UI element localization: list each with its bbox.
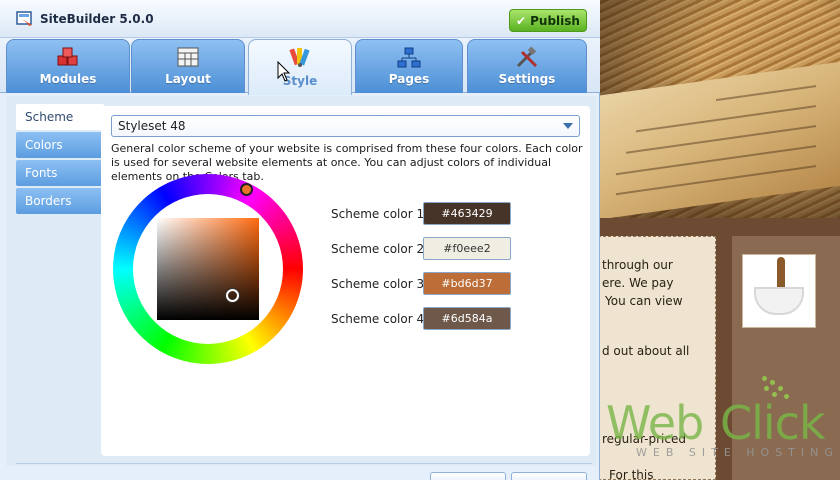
scheme-color-row: Scheme color 4 #6d584a <box>325 307 595 331</box>
style-content: Scheme Colors Fonts Borders Styleset 48 … <box>6 96 596 466</box>
sidebar-item-borders[interactable]: Borders <box>16 188 104 214</box>
site-text-line: through our <box>602 258 673 272</box>
tab-label: Modules <box>39 72 97 86</box>
site-text-line: For this <box>609 468 654 480</box>
sitemap-icon <box>397 47 421 68</box>
sidebar-item-colors[interactable]: Colors <box>16 132 104 158</box>
scheme-color-3-swatch[interactable]: #bd6d37 <box>423 272 511 295</box>
app-title: SiteBuilder 5.0.0 <box>40 12 154 26</box>
styleset-select[interactable]: Styleset 48 <box>111 115 580 137</box>
watermark-click: Click <box>720 396 826 450</box>
saturation-marker[interactable] <box>226 289 239 302</box>
titlebar: SiteBuilder 5.0.0 ✔ Publish <box>0 0 600 38</box>
footer-button[interactable] <box>511 472 587 480</box>
mouse-cursor-icon <box>277 61 291 82</box>
hue-marker[interactable] <box>240 183 253 196</box>
styleset-value: Styleset 48 <box>118 119 186 133</box>
main-tabs: Modules Layout Style Pages Settings <box>0 38 600 95</box>
scheme-color-4-swatch[interactable]: #6d584a <box>423 307 511 330</box>
tab-style[interactable]: Style <box>248 39 352 95</box>
site-text-line: ere. We pay <box>602 276 674 290</box>
sitebuilder-window: SiteBuilder 5.0.0 ✔ Publish Modules Layo… <box>0 0 600 480</box>
tab-layout[interactable]: Layout <box>131 39 245 93</box>
scheme-color-label: Scheme color 4 <box>331 312 425 326</box>
scheme-color-1-swatch[interactable]: #463429 <box>423 202 511 225</box>
tab-label: Settings <box>498 72 556 86</box>
scheme-color-row: Scheme color 3 #bd6d37 <box>325 272 595 296</box>
footer-button[interactable] <box>430 472 506 480</box>
tab-pages[interactable]: Pages <box>355 39 463 93</box>
layout-icon <box>177 47 199 67</box>
scheme-color-row: Scheme color 1 #463429 <box>325 202 595 226</box>
tab-settings[interactable]: Settings <box>467 39 587 93</box>
site-text-line: d out about all <box>602 344 690 358</box>
chevron-down-icon <box>563 123 573 129</box>
webclick-watermark: Web Click WEB SITE HOSTING <box>604 376 840 466</box>
tab-label: Pages <box>388 72 430 86</box>
site-text-line: You can view <box>605 294 683 308</box>
scheme-color-label: Scheme color 2 <box>331 242 425 256</box>
publish-button[interactable]: ✔ Publish <box>509 9 587 32</box>
tab-label: Style <box>282 74 318 88</box>
coffee-image <box>742 254 816 328</box>
divider <box>16 463 592 464</box>
tools-icon <box>516 46 538 68</box>
checkmark-icon: ✔ <box>516 13 527 28</box>
color-wheel[interactable] <box>113 174 303 364</box>
tab-modules[interactable]: Modules <box>6 39 130 93</box>
tab-label: Layout <box>165 72 211 86</box>
publish-label: Publish <box>530 13 580 28</box>
watermark-web: Web <box>606 396 704 450</box>
style-sidebar: Scheme Colors Fonts Borders <box>16 104 104 216</box>
sidebar-item-scheme[interactable]: Scheme <box>16 104 104 130</box>
app-icon <box>16 11 32 26</box>
scheme-color-row: Scheme color 2 #f0eee2 <box>325 237 595 261</box>
scheme-color-label: Scheme color 1 <box>331 207 425 221</box>
scheme-panel: Styleset 48 General color scheme of your… <box>101 106 590 456</box>
sidebar-item-fonts[interactable]: Fonts <box>16 160 104 186</box>
saturation-value-square[interactable] <box>157 218 259 320</box>
scheme-color-label: Scheme color 3 <box>331 277 425 291</box>
scheme-color-2-swatch[interactable]: #f0eee2 <box>423 237 511 260</box>
modules-icon <box>57 47 78 66</box>
watermark-tagline: WEB SITE HOSTING <box>636 446 839 459</box>
